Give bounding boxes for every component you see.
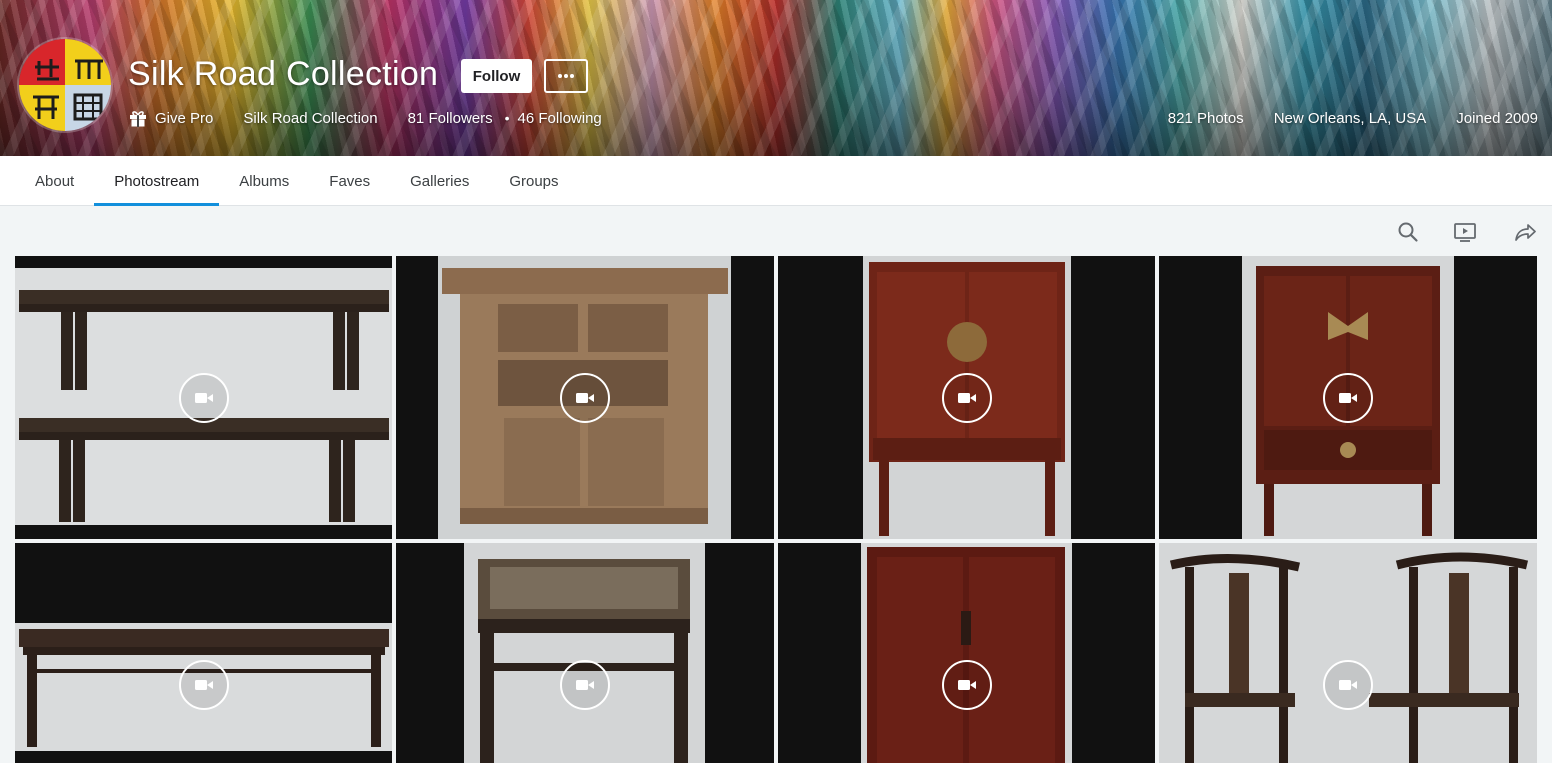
photo-tile-carved-chest[interactable] xyxy=(396,256,774,539)
tab-groups[interactable]: Groups xyxy=(489,156,578,206)
avatar[interactable] xyxy=(17,37,113,133)
tab-albums[interactable]: Albums xyxy=(219,156,309,206)
profile-meta: Give Pro Silk Road Collection 81 Followe… xyxy=(129,106,602,130)
video-play-button[interactable] xyxy=(560,660,610,710)
tab-about[interactable]: About xyxy=(15,156,94,206)
photo-tile-red-cabinet-round-lock[interactable] xyxy=(778,256,1155,539)
video-camera-icon xyxy=(958,393,976,403)
photo-tile-square-stool[interactable] xyxy=(396,543,774,763)
photo-tile-pair-of-armchairs[interactable] xyxy=(1159,543,1537,763)
video-camera-icon xyxy=(576,680,594,690)
photo-image xyxy=(464,543,705,763)
video-play-button[interactable] xyxy=(942,660,992,710)
gift-icon xyxy=(130,111,146,127)
video-play-button[interactable] xyxy=(1323,660,1373,710)
location: New Orleans, LA, USA xyxy=(1273,109,1427,127)
video-play-button[interactable] xyxy=(179,373,229,423)
video-camera-icon xyxy=(958,680,976,690)
search-button[interactable] xyxy=(1395,219,1421,245)
video-camera-icon xyxy=(195,680,213,690)
video-camera-icon xyxy=(576,393,594,403)
profile-stats: 821 Photos New Orleans, LA, USA Joined 2… xyxy=(1168,106,1538,130)
joined-date: Joined 2009 xyxy=(1456,109,1538,127)
video-camera-icon xyxy=(1339,393,1357,403)
tab-galleries[interactable]: Galleries xyxy=(390,156,489,206)
photos-count: 821 Photos xyxy=(1167,109,1244,127)
share-button[interactable] xyxy=(1512,219,1538,245)
video-play-button[interactable] xyxy=(942,373,992,423)
photo-tile-long-bench[interactable] xyxy=(15,543,392,763)
separator-dot: • xyxy=(504,110,510,126)
avatar-logo xyxy=(33,59,103,121)
real-name: Silk Road Collection xyxy=(243,109,378,127)
share-icon xyxy=(1515,224,1536,241)
search-icon xyxy=(1398,222,1418,242)
followers-link[interactable]: 81 Followers xyxy=(408,110,493,127)
video-play-button[interactable] xyxy=(560,373,610,423)
photo-tile-tall-red-cabinet[interactable] xyxy=(778,543,1155,763)
give-pro-link[interactable]: Give Pro xyxy=(129,109,213,127)
tab-photostream[interactable]: Photostream xyxy=(94,156,220,206)
profile-tabs: About Photostream Albums Faves Galleries… xyxy=(0,156,1552,206)
video-camera-icon xyxy=(1339,680,1357,690)
follow-button[interactable]: Follow xyxy=(461,59,532,93)
tab-faves[interactable]: Faves xyxy=(309,156,390,206)
give-pro-label: Give Pro xyxy=(155,109,214,127)
video-play-button[interactable] xyxy=(179,660,229,710)
slideshow-button[interactable] xyxy=(1452,219,1478,245)
video-play-button[interactable] xyxy=(1323,373,1373,423)
more-dots-icon xyxy=(558,74,574,78)
photo-tile-pair-of-benches[interactable] xyxy=(15,256,392,539)
more-options-button[interactable] xyxy=(544,59,588,93)
photo-image xyxy=(861,543,1072,763)
video-camera-icon xyxy=(195,393,213,403)
slideshow-icon xyxy=(1454,223,1476,242)
profile-name: Silk Road Collection xyxy=(128,55,439,93)
photo-tile-red-cabinet-butterfly-lock[interactable] xyxy=(1159,256,1537,539)
following-link[interactable]: 46 Following xyxy=(518,110,602,127)
photo-image xyxy=(1159,543,1537,763)
